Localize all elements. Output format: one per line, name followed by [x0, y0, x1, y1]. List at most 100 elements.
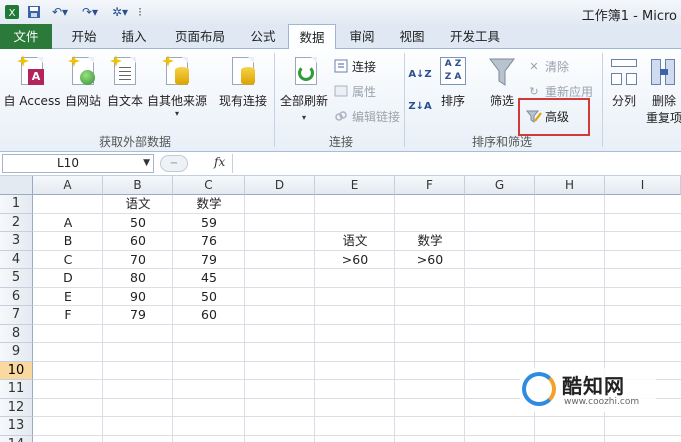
- existing-connections-label: 现有连接: [218, 94, 267, 108]
- row-header-7[interactable]: 7: [0, 306, 33, 325]
- name-box[interactable]: L10 ▼: [2, 154, 154, 173]
- clear-button[interactable]: ✕ 清除: [526, 57, 569, 75]
- row-header-10[interactable]: 10: [0, 361, 33, 380]
- svg-text:X: X: [9, 8, 16, 19]
- customize-qat-icon[interactable]: ⁝: [136, 4, 144, 20]
- clear-filter-icon: ✕: [529, 59, 539, 73]
- from-other-sources-button[interactable]: 自其他来源 ▾: [146, 51, 208, 118]
- formula-input[interactable]: [232, 154, 681, 173]
- row-header-5[interactable]: 5: [0, 269, 33, 288]
- insert-function-icon[interactable]: fx: [214, 155, 225, 169]
- sort-za-icon: Z↓A: [408, 100, 432, 112]
- tab-file[interactable]: 文件: [0, 24, 52, 49]
- row-header-3[interactable]: 3: [0, 232, 33, 251]
- cell-c6[interactable]: 50: [173, 288, 245, 306]
- sort-az-icon: A↓Z: [408, 68, 432, 80]
- title-bar: X ↶▾ ↷▾ ✲▾ ⁝ 工作簿1 - Micro: [0, 0, 681, 24]
- remove-duplicates-button[interactable]: 删除 重复项: [642, 51, 681, 126]
- excel-icon[interactable]: X: [3, 4, 21, 20]
- row-header-1[interactable]: 1: [0, 195, 33, 214]
- access-icon: A: [17, 55, 47, 89]
- cell-c4[interactable]: 79: [173, 251, 245, 269]
- cell-a2[interactable]: A: [33, 214, 103, 232]
- watermark-logo-icon: [522, 372, 556, 406]
- properties-button[interactable]: 属性: [333, 82, 376, 100]
- refresh-icon: [289, 55, 319, 89]
- column-header-a[interactable]: A: [33, 176, 103, 195]
- column-header-c[interactable]: C: [173, 176, 245, 195]
- filter-button[interactable]: 筛选: [484, 51, 520, 109]
- cell-c1[interactable]: 数学: [173, 195, 245, 213]
- redo-icon[interactable]: ↷▾: [78, 4, 102, 20]
- column-header-d[interactable]: D: [245, 176, 315, 195]
- refresh-all-label: 全部刷新: [279, 94, 328, 108]
- tab-page-layout[interactable]: 页面布局: [164, 24, 236, 49]
- cell-b6[interactable]: 90: [103, 288, 173, 306]
- text-file-icon: [110, 55, 140, 89]
- cell-b2[interactable]: 50: [103, 214, 173, 232]
- chevron-down-icon[interactable]: ▼: [143, 155, 150, 172]
- cell-b4[interactable]: 70: [103, 251, 173, 269]
- column-header-i[interactable]: I: [605, 176, 681, 195]
- cell-c7[interactable]: 60: [173, 306, 245, 324]
- tab-developer[interactable]: 开发工具: [442, 24, 508, 49]
- cell-a7[interactable]: F: [33, 306, 103, 324]
- tab-view[interactable]: 视图: [388, 24, 436, 49]
- tab-review[interactable]: 审阅: [338, 24, 386, 49]
- row-header-13[interactable]: 13: [0, 417, 33, 436]
- column-header-b[interactable]: B: [103, 176, 173, 195]
- tools-icon[interactable]: ✲▾: [108, 4, 132, 20]
- row-header-8[interactable]: 8: [0, 324, 33, 343]
- column-header-e[interactable]: E: [315, 176, 395, 195]
- sort-button[interactable]: A ZZ A 排序: [436, 51, 470, 109]
- tab-data[interactable]: 数据: [288, 24, 336, 50]
- ribbon-tabs: 文件 开始 插入 页面布局 公式 数据 审阅 视图 开发工具: [0, 24, 681, 50]
- cell-f3[interactable]: 数学: [395, 232, 465, 250]
- cell-c3[interactable]: 76: [173, 232, 245, 250]
- cell-f4[interactable]: >60: [395, 251, 465, 269]
- row-header-9[interactable]: 9: [0, 343, 33, 362]
- properties-icon: [333, 83, 349, 99]
- formula-bar-toggle[interactable]: −: [160, 155, 188, 172]
- connections-button[interactable]: 连接: [333, 57, 376, 75]
- cell-a6[interactable]: E: [33, 288, 103, 306]
- cell-a5[interactable]: D: [33, 269, 103, 287]
- row-header-12[interactable]: 12: [0, 398, 33, 417]
- cell-e4[interactable]: >60: [315, 251, 395, 269]
- sort-ascending-button[interactable]: A↓Z: [408, 63, 433, 85]
- column-header-f[interactable]: F: [395, 176, 465, 195]
- from-web-button[interactable]: 自网站: [62, 51, 104, 109]
- undo-icon[interactable]: ↶▾: [48, 4, 72, 20]
- text-to-columns-button[interactable]: 分列: [606, 51, 642, 109]
- existing-connections-button[interactable]: 现有连接: [216, 51, 270, 109]
- row-header-4[interactable]: 4: [0, 250, 33, 269]
- column-header-h[interactable]: H: [535, 176, 605, 195]
- refresh-all-button[interactable]: 全部刷新 ▾: [278, 51, 330, 122]
- tab-home[interactable]: 开始: [60, 24, 108, 49]
- save-icon[interactable]: [26, 4, 42, 20]
- row-header-6[interactable]: 6: [0, 287, 33, 306]
- row-header-14[interactable]: 14: [0, 435, 33, 442]
- cell-b3[interactable]: 60: [103, 232, 173, 250]
- column-header-g[interactable]: G: [465, 176, 535, 195]
- cell-b1[interactable]: 语文: [103, 195, 173, 213]
- cell-a3[interactable]: B: [33, 232, 103, 250]
- watermark: 酷知网 www.coozhi.com: [520, 368, 656, 412]
- cell-b5[interactable]: 80: [103, 269, 173, 287]
- edit-links-button[interactable]: 编辑链接: [333, 107, 400, 125]
- sort-descending-button[interactable]: Z↓A: [408, 95, 433, 117]
- clear-label: 清除: [545, 59, 570, 74]
- from-access-button[interactable]: A 自 Access: [2, 51, 62, 109]
- from-text-button[interactable]: 自文本: [104, 51, 146, 109]
- cell-a4[interactable]: C: [33, 251, 103, 269]
- tab-formulas[interactable]: 公式: [240, 24, 286, 49]
- row-header-11[interactable]: 11: [0, 380, 33, 399]
- gridline-horizontal: [33, 434, 681, 436]
- tab-insert[interactable]: 插入: [110, 24, 158, 49]
- row-header-2[interactable]: 2: [0, 213, 33, 232]
- cell-e3[interactable]: 语文: [315, 232, 395, 250]
- cell-c5[interactable]: 45: [173, 269, 245, 287]
- cell-c2[interactable]: 59: [173, 214, 245, 232]
- cell-b7[interactable]: 79: [103, 306, 173, 324]
- select-all-corner[interactable]: [0, 176, 33, 195]
